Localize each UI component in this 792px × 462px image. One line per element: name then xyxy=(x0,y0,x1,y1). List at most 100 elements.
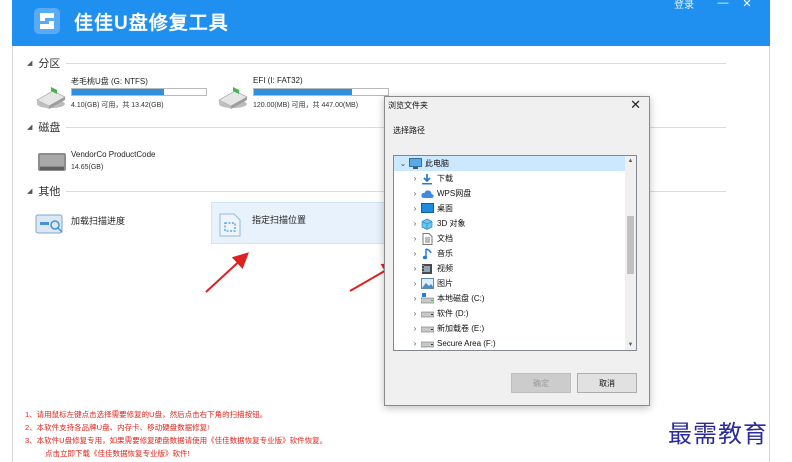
ok-button[interactable]: 确定 xyxy=(511,373,571,393)
tree-item-label: 新加载卷 (E:) xyxy=(437,324,485,333)
note-line: 1、请用鼠标左键点击选择需要修复的U盘，然后点击右下角的扫描按钮。 xyxy=(25,410,268,419)
tree-item-drive-f[interactable]: › Secure Area (F:) xyxy=(394,336,626,350)
download-icon xyxy=(420,173,434,185)
usage-bar-fill xyxy=(72,89,165,95)
partition-item-i[interactable]: EFI (I: FAT32) 120.00(MB) 可用，共 447.00(MB… xyxy=(217,76,397,116)
partition-info: 120.00(MB) 可用，共 447.00(MB) xyxy=(253,102,359,109)
dialog-title: 浏览文件夹 xyxy=(388,101,428,110)
tree-item-label: 下载 xyxy=(437,174,453,183)
partition-name: EFI (I: FAT32) xyxy=(253,76,303,85)
download-link[interactable]: 点击立即下载《佳佳数据恢复专业版》软件! xyxy=(25,447,327,460)
tree-item-drive-e[interactable]: › 新加载卷 (E:) xyxy=(394,321,626,336)
tree-item-label: Secure Area (F:) xyxy=(437,339,496,348)
computer-icon xyxy=(408,158,422,170)
collapse-triangle-icon[interactable]: ◢ xyxy=(27,187,32,195)
tree-item-this-pc[interactable]: ⌄ 此电脑 xyxy=(394,156,626,171)
usb-drive-icon xyxy=(36,87,66,109)
partition-info: 4.10(GB) 可用，共 13.42(GB) xyxy=(71,102,164,109)
chevron-right-icon[interactable]: › xyxy=(410,339,420,348)
disk-info: 14.65(GB) xyxy=(71,164,104,171)
tree-item-label: 视频 xyxy=(437,264,453,273)
specify-scan-location-label: 指定扫描位置 xyxy=(252,215,307,225)
tree-item-wps-cloud[interactable]: › WPS网盘 xyxy=(394,186,626,201)
tree-item-downloads[interactable]: › 下载 xyxy=(394,171,626,186)
cancel-button[interactable]: 取消 xyxy=(577,373,637,393)
disk-name: VendorCo ProductCode xyxy=(71,150,156,159)
tree-item-drive-d[interactable]: › 软件 (D:) xyxy=(394,306,626,321)
tree-item-label: 软件 (D:) xyxy=(437,309,469,318)
section-other-label: 其他 xyxy=(38,186,61,198)
chevron-right-icon[interactable]: › xyxy=(410,264,420,273)
tree-item-label: 此电脑 xyxy=(425,159,449,168)
load-scan-progress-button[interactable]: 加载扫描进度 xyxy=(33,204,203,244)
chevron-right-icon[interactable]: › xyxy=(410,234,420,243)
tree-item-label: WPS网盘 xyxy=(437,189,472,198)
chevron-right-icon[interactable]: › xyxy=(410,294,420,303)
collapse-triangle-icon[interactable]: ◢ xyxy=(27,59,32,67)
music-icon xyxy=(420,247,434,260)
tree-item-local-disk-c[interactable]: › 本地磁盘 (C:) xyxy=(394,291,626,306)
tree-item-label: 图片 xyxy=(437,279,453,288)
watermark-text: 最需教育 xyxy=(668,420,768,448)
tree-item-pictures[interactable]: › 图片 xyxy=(394,276,626,291)
disk-icon xyxy=(38,153,66,171)
chevron-right-icon[interactable]: › xyxy=(410,174,420,183)
chevron-down-icon[interactable]: ⌄ xyxy=(398,159,408,168)
chevron-right-icon[interactable]: › xyxy=(410,219,420,228)
tree-item-label: 本地磁盘 (C:) xyxy=(437,294,485,303)
tree-item-3d-objects[interactable]: › 3D 对象 xyxy=(394,216,626,231)
usage-bar xyxy=(253,88,389,96)
usage-bar xyxy=(71,88,207,96)
folder-tree[interactable]: ⌄ 此电脑 › 下载 › WPS网盘 › 桌面 › 3D 对象 › 文档 › 音… xyxy=(393,155,637,351)
tree-item-documents[interactable]: › 文档 xyxy=(394,231,626,246)
video-icon xyxy=(420,263,434,275)
tree-item-label: 桌面 xyxy=(437,204,453,213)
divider xyxy=(66,62,727,64)
picture-icon xyxy=(420,278,434,290)
scan-progress-icon xyxy=(35,214,63,234)
3d-objects-icon xyxy=(420,218,434,230)
drive-icon xyxy=(420,323,434,335)
chevron-right-icon[interactable]: › xyxy=(410,204,420,213)
usb-drive-icon xyxy=(218,87,248,109)
desktop-icon xyxy=(420,203,434,215)
note-line: 3、本软件U盘修复专用，如果需要修复硬盘数据请使用《佳佳数据恢复专业版》软件恢复… xyxy=(25,436,328,445)
chevron-right-icon[interactable]: › xyxy=(410,189,420,198)
browse-folder-dialog: 浏览文件夹 ✕ 选择路径 ⌄ 此电脑 › 下载 › WPS网盘 › 桌面 › 3… xyxy=(384,96,650,406)
section-disk-label: 磁盘 xyxy=(38,122,61,134)
drive-icon xyxy=(420,338,434,350)
instructions: 1、请用鼠标左键点击选择需要修复的U盘，然后点击右下角的扫描按钮。 2、本软件支… xyxy=(25,408,327,460)
chevron-right-icon[interactable]: › xyxy=(410,324,420,333)
drive-icon xyxy=(420,308,434,320)
dialog-subtitle: 选择路径 xyxy=(393,126,425,135)
title-bar: 佳佳U盘修复工具 登录 — ✕ xyxy=(12,0,770,46)
tree-item-label: 文档 xyxy=(437,234,453,243)
minimize-button[interactable]: — xyxy=(716,0,730,9)
local-disk-icon xyxy=(420,293,434,305)
partition-item-g[interactable]: 老毛桃U盘 (G: NTFS) 4.10(GB) 可用，共 13.42(GB) xyxy=(35,76,215,116)
tree-item-desktop[interactable]: › 桌面 xyxy=(394,201,626,216)
usage-bar-fill xyxy=(254,89,352,95)
tree-item-label: 3D 对象 xyxy=(437,219,466,228)
chevron-right-icon[interactable]: › xyxy=(410,279,420,288)
dialog-close-button[interactable]: ✕ xyxy=(630,97,641,113)
scroll-down-icon[interactable]: ▼ xyxy=(625,342,636,348)
disk-item[interactable]: VendorCo ProductCode 14.65(GB) xyxy=(35,150,215,180)
section-partition: ◢ 分区 xyxy=(27,56,727,70)
section-partition-label: 分区 xyxy=(38,58,61,70)
tree-item-videos[interactable]: › 视频 xyxy=(394,261,626,276)
scan-location-icon xyxy=(219,213,241,237)
scroll-up-icon[interactable]: ▲ xyxy=(625,158,636,164)
specify-scan-location-button[interactable]: 指定扫描位置 xyxy=(211,202,387,244)
scroll-thumb[interactable] xyxy=(627,216,634,274)
tree-item-music[interactable]: › 音乐 xyxy=(394,246,626,261)
close-button[interactable]: ✕ xyxy=(740,0,754,10)
app-title: 佳佳U盘修复工具 xyxy=(74,13,229,34)
chevron-right-icon[interactable]: › xyxy=(410,309,420,318)
tree-scrollbar[interactable]: ▲ ▼ xyxy=(625,156,636,350)
tree-item-label: 音乐 xyxy=(437,249,453,258)
chevron-right-icon[interactable]: › xyxy=(410,249,420,258)
login-link[interactable]: 登录 xyxy=(674,0,694,11)
collapse-triangle-icon[interactable]: ◢ xyxy=(27,123,32,131)
app-logo-icon xyxy=(34,8,60,34)
